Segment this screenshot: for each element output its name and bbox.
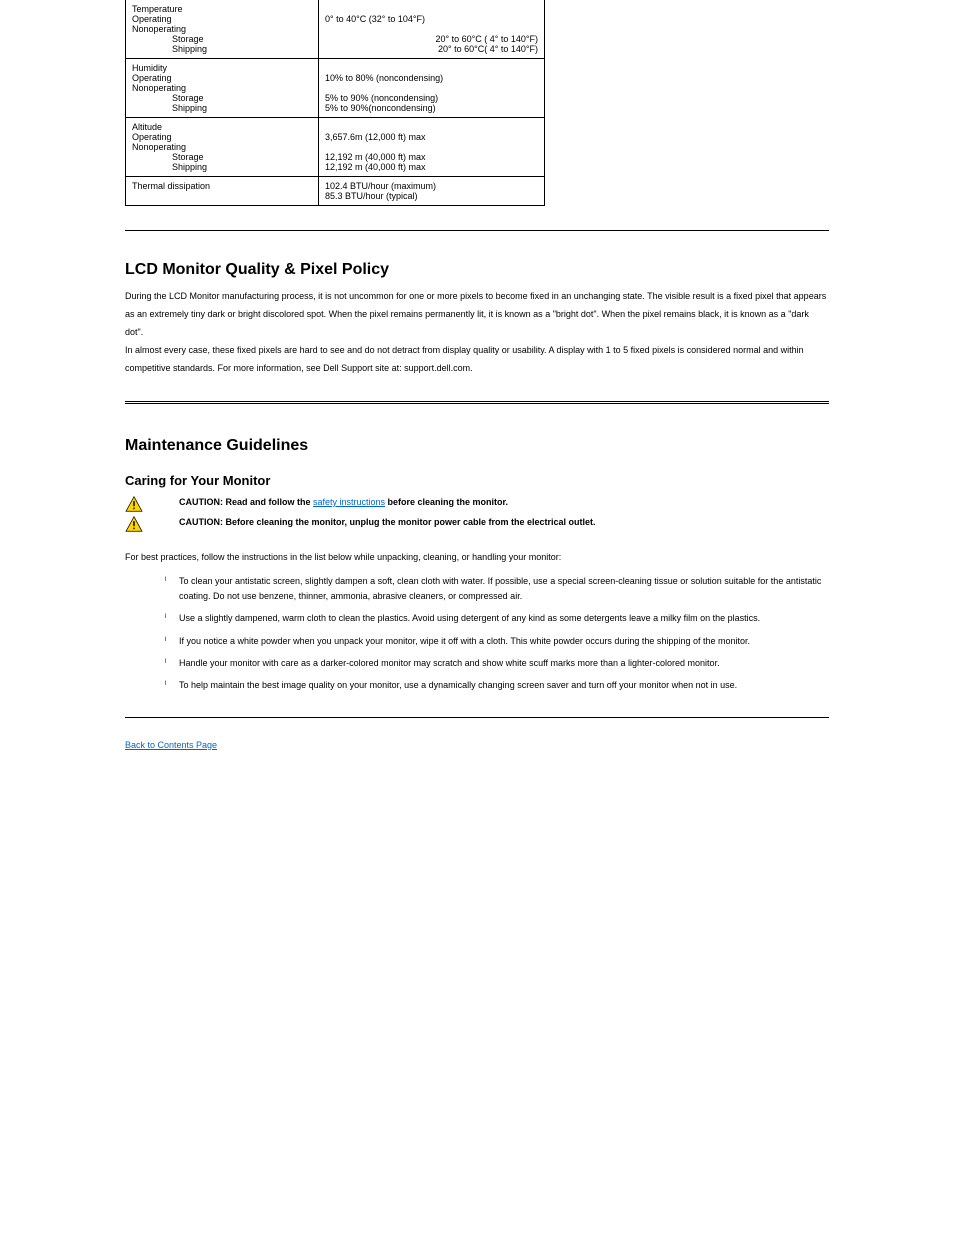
section-divider <box>125 401 829 407</box>
spec-value-line: 5% to 90% (noncondensing) <box>325 93 538 103</box>
spec-label-line: Shipping <box>132 103 312 113</box>
spec-value-line <box>325 142 538 152</box>
environmental-spec-table: TemperatureOperatingNonoperatingStorageS… <box>125 0 545 206</box>
spec-value-cell: 3,657.6m (12,000 ft) max 12,192 m (40,00… <box>319 118 545 177</box>
spec-label-line: Nonoperating <box>132 142 312 152</box>
spec-value-line: 0° to 40°C (32° to 104°F) <box>325 14 538 24</box>
back-to-contents: Back to Contents Page <box>125 740 829 750</box>
spec-value-line: 3,657.6m (12,000 ft) max <box>325 132 538 142</box>
spec-label-line: Nonoperating <box>132 83 312 93</box>
spec-value-line <box>325 4 538 14</box>
spec-value-cell: 102.4 BTU/hour (maximum)85.3 BTU/hour (t… <box>319 177 545 206</box>
spec-label-line: Nonoperating <box>132 24 312 34</box>
caution-icon <box>125 496 143 512</box>
caution-text-2: CAUTION: Before cleaning the monitor, un… <box>179 516 596 530</box>
spec-value-line: 10% to 80% (noncondensing) <box>325 73 538 83</box>
spec-label-line: Operating <box>132 132 312 142</box>
back-to-contents-link[interactable]: Back to Contents Page <box>125 740 217 750</box>
caution-text-1: CAUTION: Read and follow the safety inst… <box>179 496 508 510</box>
spec-value-line <box>325 122 538 132</box>
section-divider <box>125 230 829 231</box>
spec-label-line: Storage <box>132 93 312 103</box>
spec-value-line: 20° to 60°C ( 4° to 140°F) <box>325 34 538 44</box>
spec-label-cell: AltitudeOperatingNonoperatingStorageShip… <box>126 118 319 177</box>
spec-label-cell: Thermal dissipation <box>126 177 319 206</box>
spec-label-line: Operating <box>132 14 312 24</box>
safety-instructions-link[interactable]: safety instructions <box>313 497 385 507</box>
spec-label-line: Shipping <box>132 162 312 172</box>
spec-value-line: 5% to 90%(noncondensing) <box>325 103 538 113</box>
caution-unplug-label: CAUTION: Before cleaning the monitor, un… <box>179 517 596 527</box>
caring-subheading: Caring for Your Monitor <box>125 473 829 488</box>
spec-label-cell: TemperatureOperatingNonoperatingStorageS… <box>126 0 319 59</box>
spec-label-line: Shipping <box>132 44 312 54</box>
spec-value-line: 20° to 60°C( 4° to 140°F) <box>325 44 538 54</box>
spec-label-line: Humidity <box>132 63 312 73</box>
caution-row-2: CAUTION: Before cleaning the monitor, un… <box>125 516 829 532</box>
list-item: Use a slightly dampened, warm cloth to c… <box>165 611 829 625</box>
spec-value-line <box>325 24 538 34</box>
list-item: To help maintain the best image quality … <box>165 678 829 692</box>
list-item: If you notice a white powder when you un… <box>165 634 829 648</box>
maintenance-bullet-list: To clean your antistatic screen, slightl… <box>165 574 829 692</box>
list-item: To clean your antistatic screen, slightl… <box>165 574 829 603</box>
spec-value-cell: 10% to 80% (noncondensing) 5% to 90% (no… <box>319 59 545 118</box>
spec-label-line: Temperature <box>132 4 312 14</box>
list-item: Handle your monitor with care as a darke… <box>165 656 829 670</box>
spec-label-line: Storage <box>132 34 312 44</box>
spec-value-line: 12,192 m (40,000 ft) max <box>325 152 538 162</box>
spec-label-line: Thermal dissipation <box>132 181 312 191</box>
spec-label-line: Storage <box>132 152 312 162</box>
spec-value-line: 85.3 BTU/hour (typical) <box>325 191 538 201</box>
spec-value-line: 102.4 BTU/hour (maximum) <box>325 181 538 191</box>
pixel-policy-heading: LCD Monitor Quality & Pixel Policy <box>125 261 829 279</box>
caution-suffix: before cleaning the monitor. <box>385 497 508 507</box>
spec-label-line: Altitude <box>132 122 312 132</box>
maintenance-intro: For best practices, follow the instructi… <box>125 550 829 564</box>
caution-prefix: CAUTION: Read and follow the <box>179 497 313 507</box>
spec-value-line <box>325 83 538 93</box>
spec-value-cell: 0° to 40°C (32° to 104°F) 20° to 60°C ( … <box>319 0 545 59</box>
spec-value-line: 12,192 m (40,000 ft) max <box>325 162 538 172</box>
caution-icon <box>125 516 143 532</box>
spec-label-line: Operating <box>132 73 312 83</box>
caution-row-1: CAUTION: Read and follow the safety inst… <box>125 496 829 512</box>
maintenance-heading: Maintenance Guidelines <box>125 437 829 455</box>
pixel-policy-body: During the LCD Monitor manufacturing pro… <box>125 287 829 377</box>
spec-label-cell: HumidityOperatingNonoperatingStorageShip… <box>126 59 319 118</box>
section-divider <box>125 717 829 718</box>
spec-value-line <box>325 63 538 73</box>
